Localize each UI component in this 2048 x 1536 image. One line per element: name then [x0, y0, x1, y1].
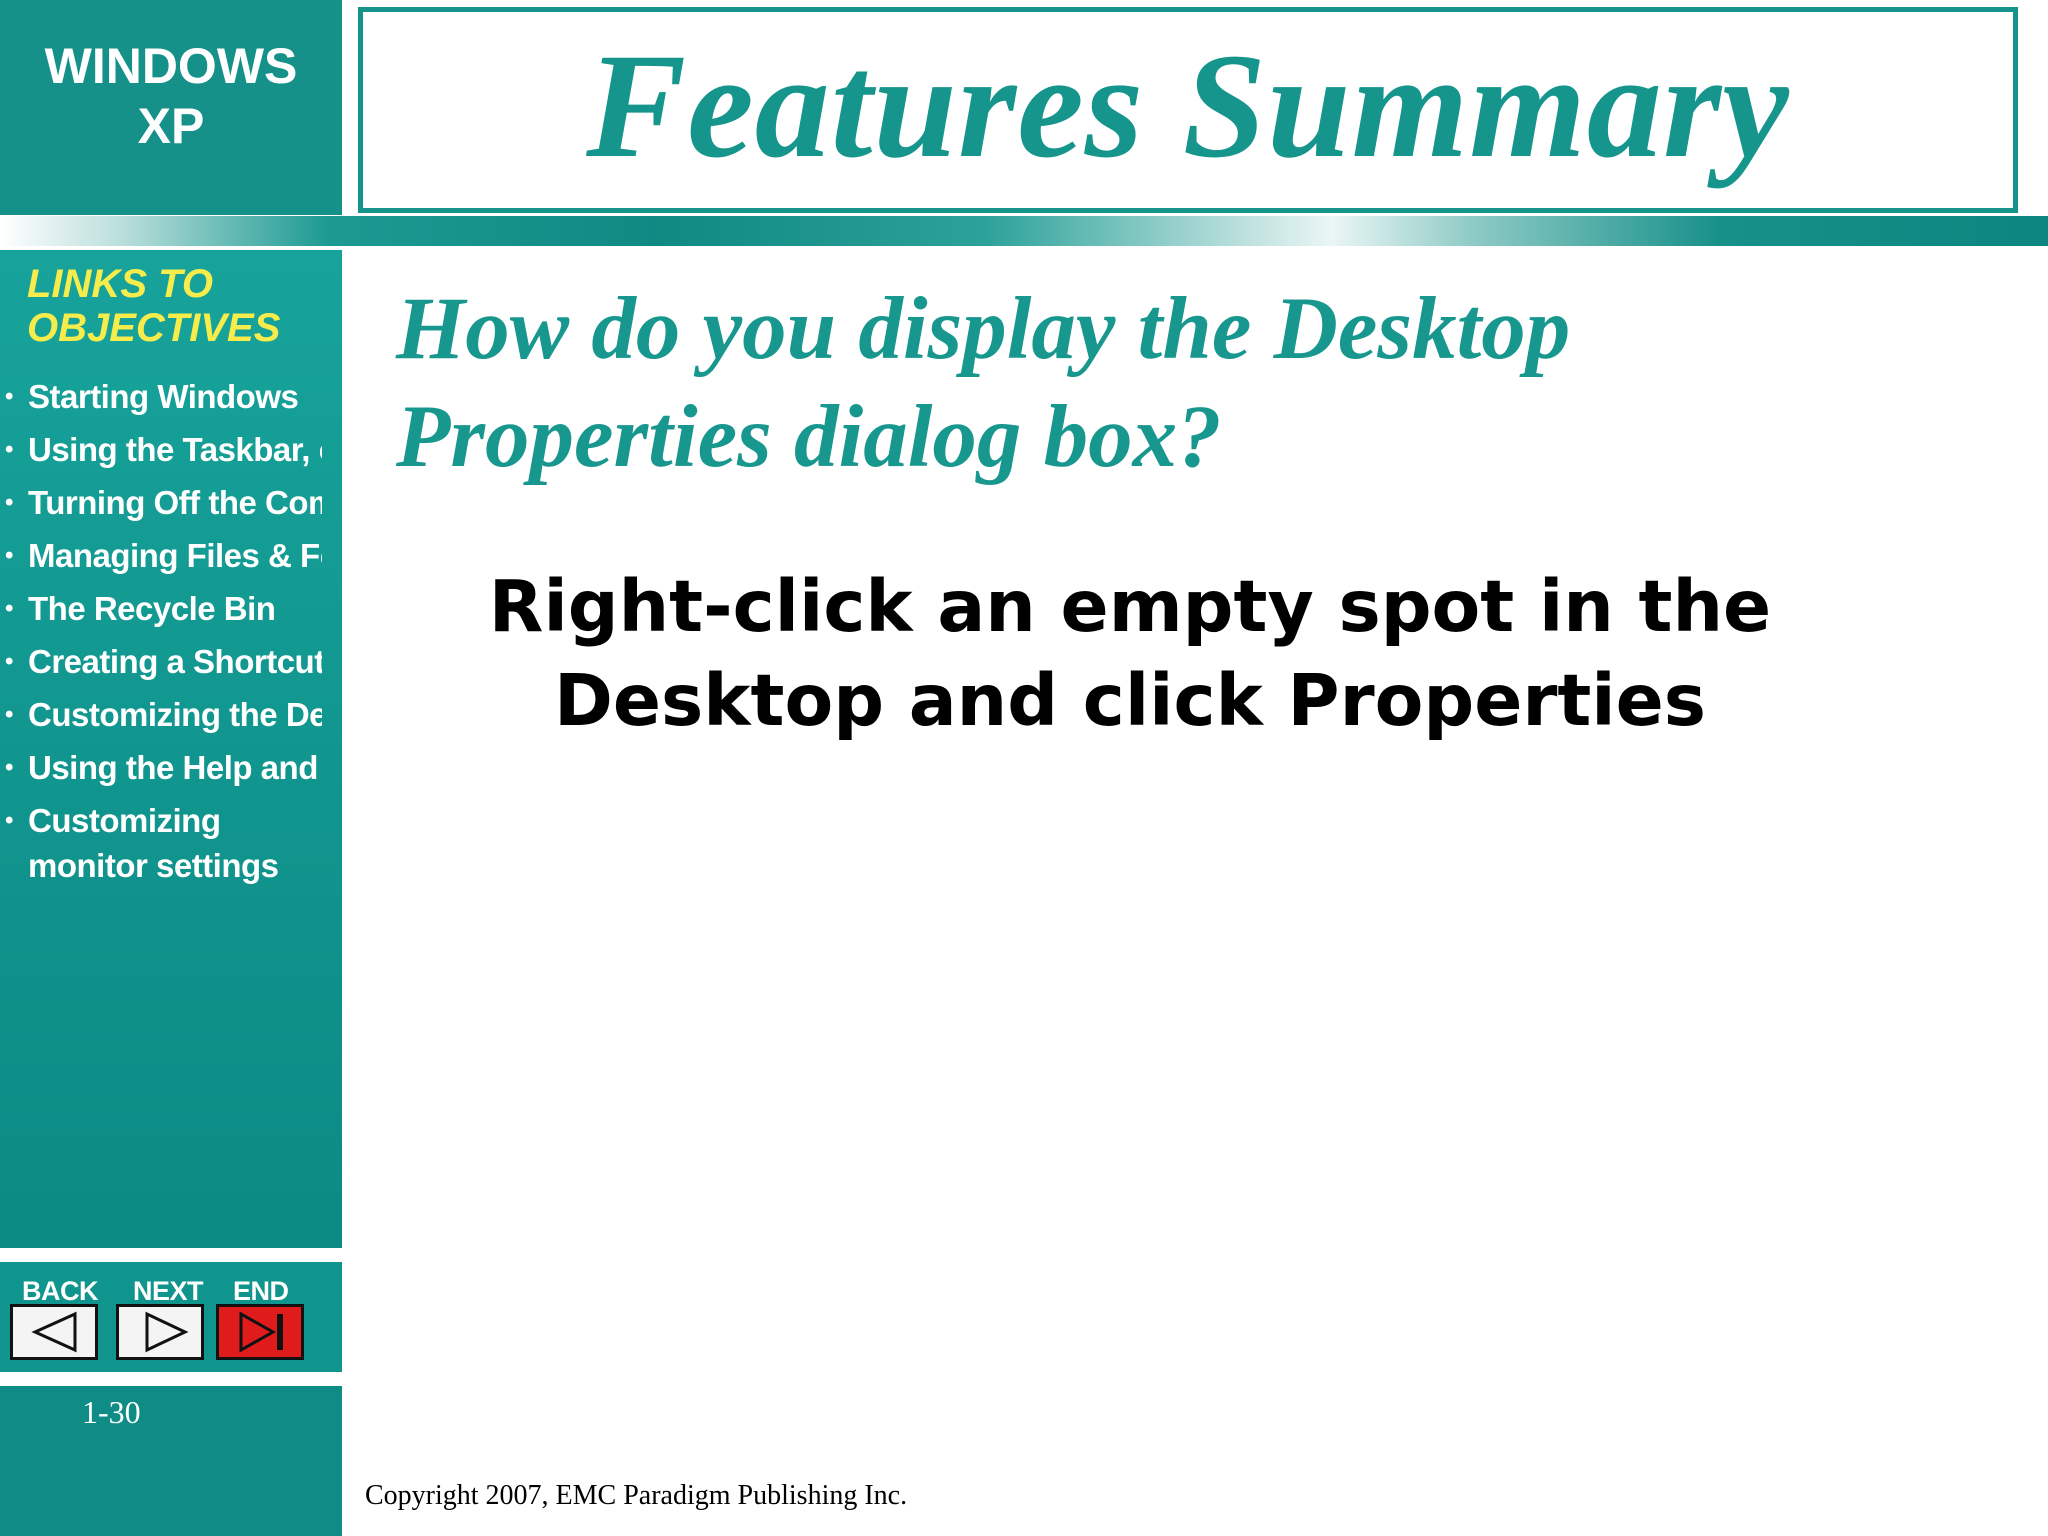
triangle-left-icon: [31, 1311, 77, 1353]
bullet-icon: •: [5, 807, 13, 834]
bullet-icon: •: [5, 701, 13, 728]
bullet-icon: •: [5, 542, 13, 569]
brand-line-1: WINDOWS: [44, 38, 298, 94]
sidebar-footer: [0, 1386, 342, 1536]
question-line-1: How do you display the Desktop: [396, 280, 1571, 378]
links-heading-line-1: LINKS TO: [27, 262, 213, 306]
objective-label: Customizing monitor settings: [28, 802, 279, 884]
bullet-icon: •: [5, 754, 13, 781]
header-gradient-divider: [0, 216, 2048, 246]
back-button[interactable]: [10, 1304, 98, 1360]
next-button[interactable]: [116, 1304, 204, 1360]
objective-label: Customizing the Des: [28, 696, 322, 733]
bullet-icon: •: [5, 436, 13, 463]
objective-label: The Recycle Bin: [28, 590, 276, 627]
slide-number: 1-30: [82, 1394, 141, 1430]
objective-link-starting-windows[interactable]: • Starting Windows: [0, 374, 322, 419]
answer-line-1: Right-click an empty spot in the: [488, 565, 1772, 648]
next-label: NEXT: [133, 1276, 204, 1306]
objective-link-customizing-desktop[interactable]: • Customizing the Des: [0, 692, 322, 737]
objective-label: Creating a Shortcut: [28, 643, 322, 680]
objective-label: Using the Taskbar, o: [28, 431, 322, 468]
copyright-notice: Copyright 2007, EMC Paradigm Publishing …: [365, 1480, 908, 1511]
answer-line-2: Desktop and click Properties: [553, 659, 1707, 742]
question-line-2: Properties dialog box?: [396, 388, 1222, 486]
end-label: END: [233, 1276, 289, 1306]
objective-link-recycle-bin[interactable]: • The Recycle Bin: [0, 586, 322, 631]
bullet-icon: •: [5, 489, 13, 516]
objective-link-monitor-settings[interactable]: • Customizing monitor settings: [0, 798, 298, 888]
bullet-icon: •: [5, 383, 13, 410]
bullet-icon: •: [5, 648, 13, 675]
objective-link-managing-files[interactable]: • Managing Files & Fol: [0, 533, 322, 578]
bullet-icon: •: [5, 595, 13, 622]
skip-to-end-icon: [239, 1311, 283, 1353]
question-heading: How do you display the Desktop Propertie…: [396, 275, 1996, 491]
objective-link-using-taskbar[interactable]: • Using the Taskbar, o: [0, 427, 322, 472]
slide-title: Features Summary: [586, 23, 1790, 189]
objective-link-turning-off[interactable]: • Turning Off the Comp: [0, 480, 322, 525]
end-button[interactable]: [216, 1304, 304, 1360]
brand-line-2: XP: [137, 98, 205, 154]
triangle-right-icon: [145, 1311, 189, 1353]
objective-label: Starting Windows: [28, 378, 299, 415]
links-heading-line-2: OBJECTIVES: [27, 306, 281, 350]
answer-text: Right-click an empty spot in the Desktop…: [420, 560, 1840, 748]
objective-link-creating-shortcut[interactable]: • Creating a Shortcut: [0, 639, 322, 684]
objectives-list: • Starting Windows • Using the Taskbar, o …: [0, 374, 322, 896]
links-to-objectives-heading: LINKS TO OBJECTIVES: [27, 262, 327, 350]
objective-label: Managing Files & Fol: [28, 537, 322, 574]
objective-link-help-support[interactable]: • Using the Help and S: [0, 745, 322, 790]
back-label: BACK: [22, 1276, 99, 1306]
objective-label: Turning Off the Comp: [28, 484, 322, 521]
brand-logo-text: WINDOWS XP: [0, 36, 342, 156]
objective-label: Using the Help and S: [28, 749, 322, 786]
